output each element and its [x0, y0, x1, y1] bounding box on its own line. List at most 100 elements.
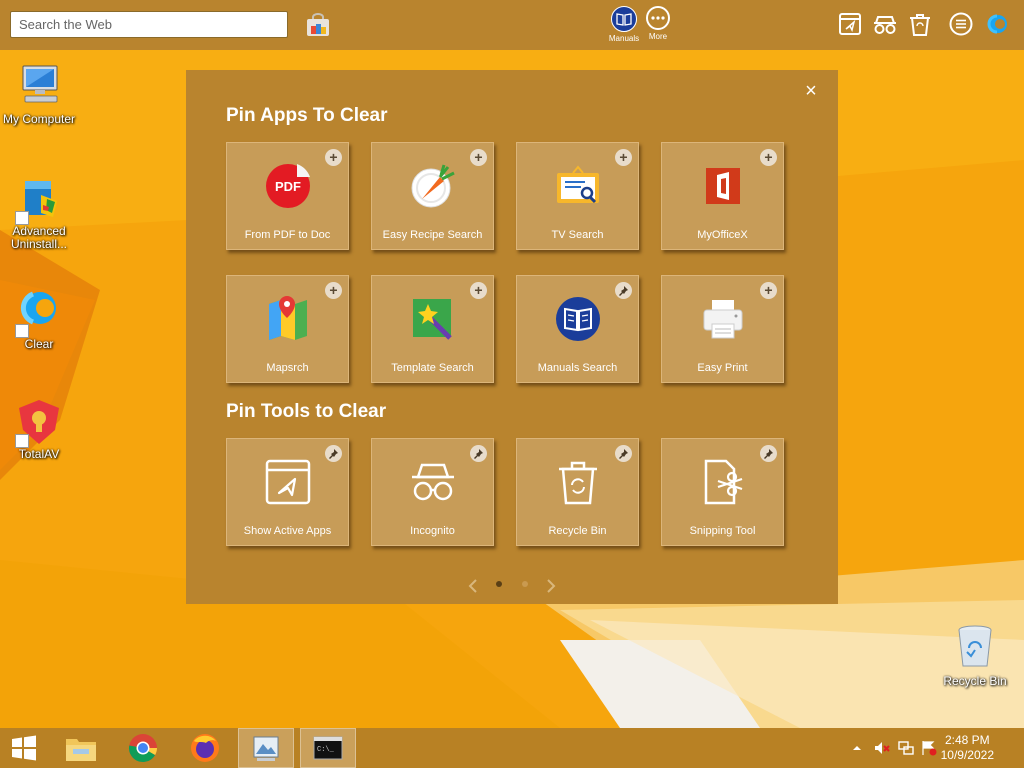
pager	[468, 579, 556, 593]
image-viewer-icon	[253, 736, 279, 761]
desktop-icon-totalav[interactable]: TotalAV	[0, 398, 78, 461]
action-center-icon[interactable]	[921, 740, 937, 756]
tile-label: TV Search	[551, 229, 604, 241]
volume-muted-icon[interactable]	[874, 740, 890, 756]
carrot-plate-icon	[411, 164, 455, 208]
shopping-bag-icon[interactable]	[305, 13, 331, 37]
tile-label: Manuals Search	[537, 362, 618, 374]
add-pin-button[interactable]: +	[325, 149, 342, 166]
desktop-icon-label: My Computer	[2, 112, 76, 126]
search-input[interactable]	[19, 17, 279, 32]
prev-page-arrow-icon[interactable]	[468, 579, 477, 593]
tool-tile-recycle-bin[interactable]: Recycle Bin	[516, 438, 639, 546]
apps-section-title: Pin Apps To Clear	[226, 105, 388, 126]
book-icon	[611, 6, 637, 32]
add-pin-button[interactable]: +	[470, 282, 487, 299]
recycle-bin-icon	[958, 625, 992, 667]
desktop-icon-label: Recycle Bin	[943, 674, 1007, 688]
app-tile-tv-search[interactable]: + TV Search	[516, 142, 639, 250]
tile-label: MyOfficeX	[697, 229, 748, 241]
tile-label: Recycle Bin	[548, 525, 607, 537]
app-tile-myofficex[interactable]: + MyOfficeX	[661, 142, 784, 250]
incognito-icon[interactable]	[872, 11, 898, 37]
app-tile-mapsrch[interactable]: + Mapsrch	[226, 275, 349, 383]
add-pin-button[interactable]: +	[325, 282, 342, 299]
printer-icon	[703, 300, 743, 339]
pinned-icon[interactable]	[325, 445, 342, 462]
scissors-icon	[704, 459, 743, 505]
taskbar: C:\_ 2:48 PM 10/9/2022	[0, 728, 1024, 768]
show-active-apps-icon[interactable]	[837, 11, 863, 37]
tool-tile-snipping-tool[interactable]: Snipping Tool	[661, 438, 784, 546]
tv-search-icon	[557, 165, 599, 204]
tools-section-title: Pin Tools to Clear	[226, 401, 387, 422]
network-icon[interactable]	[898, 740, 914, 756]
add-pin-button[interactable]: +	[470, 149, 487, 166]
top-toolbar: Manuals More	[0, 0, 1024, 50]
recycle-bin-icon[interactable]	[907, 11, 933, 37]
tool-tile-incognito[interactable]: Incognito	[371, 438, 494, 546]
desktop-icon-label: Clear	[24, 337, 54, 351]
more-label: More	[648, 32, 668, 41]
menu-icon[interactable]	[948, 11, 974, 37]
windows-start-icon	[12, 735, 36, 761]
desktop-icon-label: TotalAV	[18, 447, 60, 461]
recycle-bin-icon	[559, 461, 597, 505]
magic-wand-icon	[413, 299, 452, 340]
pinned-icon[interactable]	[470, 445, 487, 462]
pinned-icon[interactable]	[615, 445, 632, 462]
image-viewer-button[interactable]	[238, 728, 294, 768]
tile-label: Mapsrch	[266, 362, 309, 374]
file-explorer-icon	[66, 739, 96, 761]
incognito-icon	[412, 463, 454, 501]
next-page-arrow-icon[interactable]	[547, 579, 556, 593]
system-clock[interactable]: 2:48 PM 10/9/2022	[941, 733, 994, 763]
page-dot[interactable]	[522, 581, 528, 587]
desktop-icon-advanced-uninstaller[interactable]: Advanced Uninstall...	[0, 175, 78, 251]
app-tile-easy-recipe-search[interactable]: + Easy Recipe Search	[371, 142, 494, 250]
svg-text:C:\_: C:\_	[317, 746, 335, 754]
file-explorer-button[interactable]	[53, 728, 109, 768]
tile-label: Incognito	[410, 525, 455, 537]
more-dots-icon	[646, 6, 670, 30]
app-tile-easy-print[interactable]: + Easy Print	[661, 275, 784, 383]
firefox-button[interactable]	[177, 728, 233, 768]
svg-text:PDF: PDF	[275, 179, 301, 194]
show-hidden-icons-icon[interactable]	[851, 740, 863, 756]
app-tile-template-search[interactable]: + Template Search	[371, 275, 494, 383]
search-box[interactable]	[10, 11, 288, 38]
tile-label: Show Active Apps	[243, 525, 332, 537]
app-tile-manuals-search[interactable]: Manuals Search	[516, 275, 639, 383]
page-dot-active[interactable]	[496, 581, 502, 587]
tool-tile-show-active-apps[interactable]: Show Active Apps	[226, 438, 349, 546]
firefox-icon	[191, 734, 219, 762]
add-pin-button[interactable]: +	[615, 149, 632, 166]
tile-label: From PDF to Doc	[244, 229, 331, 241]
add-pin-button[interactable]: +	[760, 282, 777, 299]
command-prompt-icon: C:\_	[313, 736, 343, 760]
desktop-icon-label: Advanced Uninstall...	[10, 224, 68, 251]
clock-date: 10/9/2022	[940, 748, 994, 762]
shortcut-arrow-icon	[15, 211, 29, 225]
close-button[interactable]: ×	[802, 81, 820, 101]
app-tile-from-pdf-to-doc[interactable]: PDF + From PDF to Doc	[226, 142, 349, 250]
start-button[interactable]	[0, 728, 48, 768]
desktop-icon-my-computer[interactable]: My Computer	[0, 60, 78, 126]
tile-label: Easy Recipe Search	[382, 229, 483, 241]
desktop-icon-recycle-bin[interactable]: Recycle Bin	[936, 622, 1014, 688]
more-button[interactable]: More	[638, 6, 678, 41]
computer-icon	[22, 65, 58, 103]
desktop-icon-clear[interactable]: Clear	[0, 288, 78, 351]
command-prompt-button[interactable]: C:\_	[300, 728, 356, 768]
chrome-button[interactable]	[115, 728, 171, 768]
pinned-icon[interactable]	[615, 282, 632, 299]
add-pin-button[interactable]: +	[760, 149, 777, 166]
chrome-icon	[128, 734, 157, 763]
tile-label: Snipping Tool	[689, 525, 756, 537]
clear-logo-icon[interactable]	[985, 11, 1011, 37]
shortcut-arrow-icon	[15, 434, 29, 448]
pin-to-clear-panel: × Pin Apps To Clear PDF + From PDF to Do…	[186, 70, 838, 604]
pdf-icon: PDF	[266, 164, 310, 208]
tile-label: Template Search	[391, 362, 474, 374]
pinned-icon[interactable]	[760, 445, 777, 462]
